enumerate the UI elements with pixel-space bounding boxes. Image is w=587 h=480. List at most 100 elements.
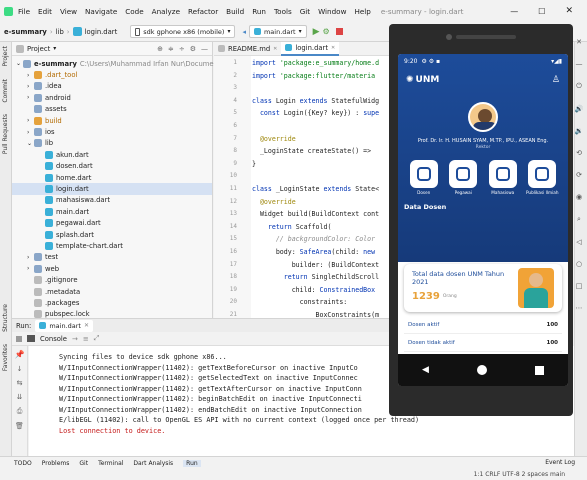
tree-item[interactable]: › web: [12, 263, 212, 274]
run-history-arrow-icon[interactable]: ◂: [242, 28, 246, 36]
rotate-right-icon[interactable]: ⟳: [576, 171, 582, 179]
stat-row[interactable]: Dosen tidak aktif 100: [404, 334, 562, 352]
status-tab-dart-analysis[interactable]: Dart Analysis: [133, 460, 173, 467]
left-tool-favorites[interactable]: Favorites: [2, 344, 9, 371]
run-icon[interactable]: ▶: [313, 27, 320, 37]
code-line[interactable]: }: [252, 158, 391, 171]
gear-icon[interactable]: ⚙: [190, 45, 196, 53]
home-icon[interactable]: ○: [576, 260, 582, 268]
tree-item[interactable]: template-chart.dart: [12, 240, 212, 251]
code-line[interactable]: // backgroundColor: Color: [252, 233, 391, 246]
status-tab-terminal[interactable]: Terminal: [98, 460, 123, 467]
arrow-icon[interactable]: →: [72, 335, 78, 343]
home-nav-icon[interactable]: [476, 365, 487, 375]
close-window-icon[interactable]: ✕: [565, 6, 573, 16]
trash-icon[interactable]: 🗑: [15, 422, 24, 430]
breadcrumb-lib[interactable]: lib: [56, 28, 64, 36]
tree-item[interactable]: .metadata: [12, 286, 212, 297]
status-tab-git[interactable]: Git: [79, 460, 88, 467]
menu-item-view[interactable]: View: [60, 7, 77, 16]
menu-item-help[interactable]: Help: [354, 7, 370, 16]
editor-tab-README-md[interactable]: README.md ✕: [214, 42, 281, 56]
left-tool-commit[interactable]: Commit: [2, 79, 9, 103]
code-line[interactable]: import 'package:flutter/materia: [252, 70, 391, 83]
status-tab-problems[interactable]: Problems: [42, 460, 70, 467]
tree-item[interactable]: akun.dart: [12, 149, 212, 160]
more-icon[interactable]: ⋯: [576, 304, 583, 312]
console-tab[interactable]: Console: [40, 335, 67, 343]
code-line[interactable]: import 'package:e_summary/home.d: [252, 57, 391, 70]
maximize-window-icon[interactable]: ☐: [538, 7, 545, 16]
stat-row[interactable]: Dosen aktif 100: [404, 316, 562, 334]
recents-nav-icon[interactable]: [534, 365, 544, 375]
menu-item-code[interactable]: Code: [125, 7, 143, 16]
left-tool-project[interactable]: Project: [2, 46, 9, 67]
tree-item[interactable]: › test: [12, 252, 212, 263]
menu-item-window[interactable]: Window: [318, 7, 346, 16]
device-selector[interactable]: sdk gphone x86 (mobile) ▾: [130, 25, 236, 38]
tree-item[interactable]: .packages: [12, 297, 212, 308]
back-nav-icon[interactable]: ◀: [422, 365, 429, 375]
tree-item[interactable]: home.dart: [12, 172, 212, 183]
breadcrumb-file[interactable]: login.dart: [85, 28, 118, 36]
tree-root[interactable]: ⌄ e-summary C:\Users\Muhammad Irfan Nur\…: [12, 58, 218, 69]
project-panel-title[interactable]: Project: [27, 45, 50, 53]
breadcrumb-project[interactable]: e-summary: [4, 28, 47, 36]
tree-item[interactable]: pegawai.dart: [12, 217, 212, 228]
volume-up-icon[interactable]: 🔊: [575, 105, 584, 113]
code-line[interactable]: child: ConstrainedBox: [252, 284, 391, 297]
power-icon[interactable]: ⏻: [576, 82, 582, 91]
user-icon[interactable]: ♙: [552, 75, 560, 85]
code-line[interactable]: @override: [252, 196, 391, 209]
tree-item[interactable]: › android: [12, 92, 212, 103]
code-line[interactable]: constraints:: [252, 296, 391, 309]
tree-item[interactable]: main.dart: [12, 206, 212, 217]
arrow-down-icon[interactable]: ↓: [17, 365, 23, 373]
tree-item[interactable]: › .dart_tool: [12, 69, 212, 80]
code-line[interactable]: @override: [252, 133, 391, 146]
menu-publikasi-ilmiah[interactable]: Publikasi Ilmiah: [525, 160, 559, 195]
tree-item[interactable]: dosen.dart: [12, 161, 212, 172]
tree-item[interactable]: ⌄ lib: [12, 138, 212, 149]
hide-icon[interactable]: —: [201, 45, 208, 53]
menu-dosen[interactable]: Dosen: [407, 160, 441, 195]
chevron-down-icon[interactable]: ▾: [53, 45, 56, 52]
tree-item[interactable]: assets: [12, 104, 212, 115]
code-line[interactable]: [252, 170, 391, 183]
event-log[interactable]: Event Log: [545, 459, 575, 466]
tree-item[interactable]: › build: [12, 115, 212, 126]
code-line[interactable]: Widget build(BuildContext cont: [252, 208, 391, 221]
tree-item[interactable]: login.dart: [12, 183, 212, 195]
code-line[interactable]: class _LoginState extends State<: [252, 183, 391, 196]
pin-icon[interactable]: 📌: [15, 350, 25, 359]
code-line[interactable]: return Scaffold(: [252, 221, 391, 234]
zoom-icon[interactable]: ⌕: [577, 215, 581, 224]
status-tab-todo[interactable]: TODO: [14, 460, 32, 467]
menu-item-navigate[interactable]: Navigate: [85, 7, 117, 16]
code-line[interactable]: class Login extends StatefulWidg: [252, 95, 391, 108]
close-tab-icon[interactable]: ✕: [273, 46, 277, 52]
code-line[interactable]: [252, 120, 391, 133]
back-icon[interactable]: ◁: [576, 238, 581, 246]
overview-icon[interactable]: □: [576, 282, 583, 290]
status-position[interactable]: 1:1 CRLF UTF-8 2 spaces main: [474, 471, 565, 478]
emulator-minimize-icon[interactable]: —: [576, 60, 583, 68]
rotate-icon[interactable]: ⟲: [576, 149, 582, 157]
scroll-icon[interactable]: ⇊: [17, 393, 23, 401]
phone-screen[interactable]: 9:20 ⚙ ⚙ ▪ ▾◢▮ ✺ UNM ♙ Prof. Dr. Ir. H. …: [398, 54, 568, 386]
status-tab-run[interactable]: Run: [183, 459, 201, 467]
menu-item-analyze[interactable]: Analyze: [152, 7, 180, 16]
left-tool-pull-requests[interactable]: Pull Requests: [2, 114, 9, 154]
code-line[interactable]: _LoginState createState() =>: [252, 145, 391, 158]
run-config-selector[interactable]: main.dart ▾: [248, 25, 307, 38]
menu-item-refactor[interactable]: Refactor: [188, 7, 218, 16]
settings-icon[interactable]: ≡: [83, 335, 89, 343]
menu-item-run[interactable]: Run: [252, 7, 266, 16]
tree-item[interactable]: .gitignore: [12, 274, 212, 285]
minimize-window-icon[interactable]: —: [510, 7, 518, 16]
menu-item-file[interactable]: File: [18, 7, 30, 16]
code-line[interactable]: builder: (BuildContext: [252, 259, 391, 272]
tree-item[interactable]: › ios: [12, 126, 212, 137]
close-tab-icon[interactable]: ✕: [331, 45, 335, 51]
menu-item-tools[interactable]: Tools: [274, 7, 292, 16]
